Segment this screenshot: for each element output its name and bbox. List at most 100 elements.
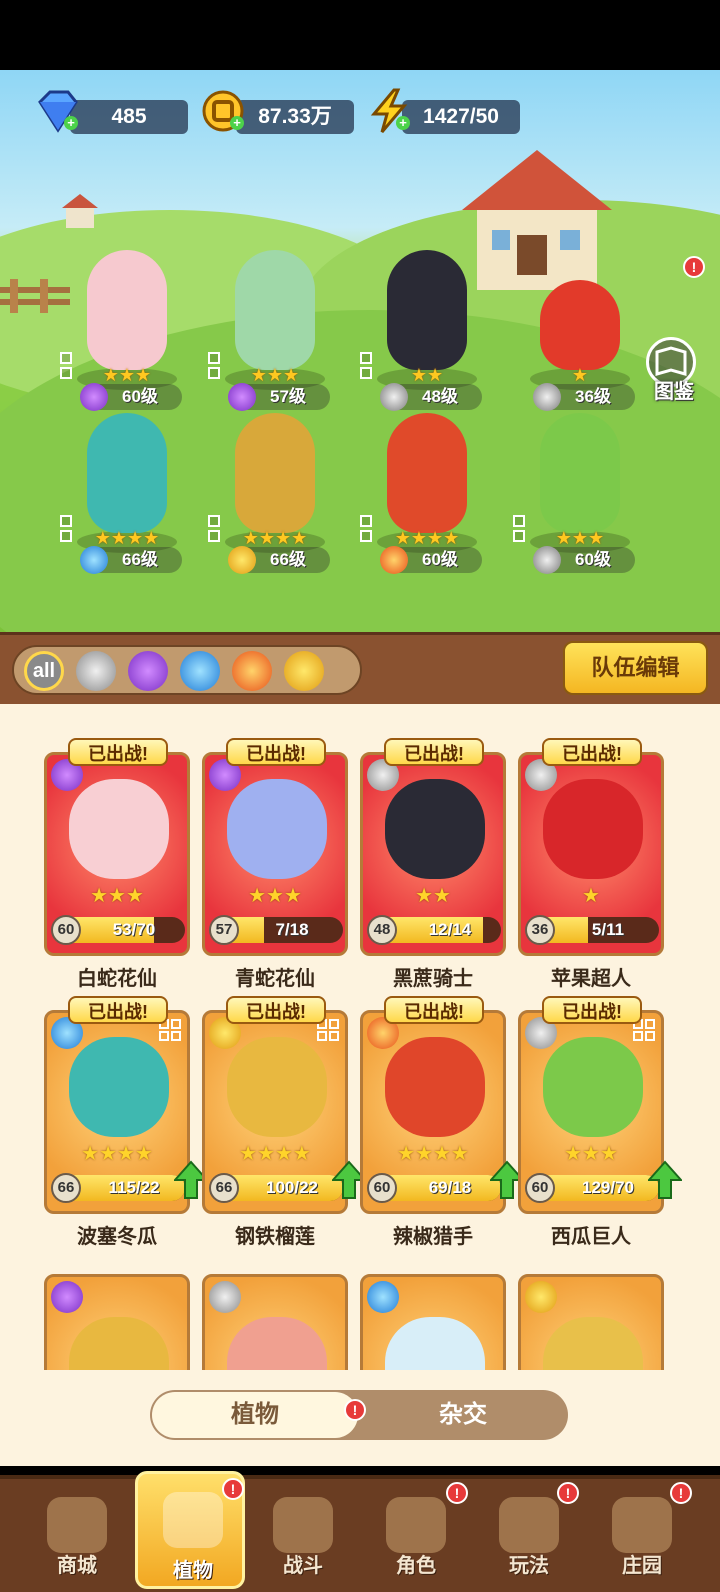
team-hero-4[interactable]: ★ 36级: [505, 240, 655, 411]
plant-card-10[interactable]: [202, 1274, 352, 1370]
hero-sprite: [87, 413, 167, 533]
energy-counter[interactable]: 1427/50: [402, 100, 520, 134]
progress-text: 100/22: [266, 1178, 318, 1197]
plant-name: 白蛇花仙: [77, 968, 157, 990]
deployed-tag: 已出战!: [68, 996, 168, 1024]
card-frame: [202, 1274, 348, 1370]
card-frame: [360, 1274, 506, 1370]
progress-text: 115/22: [108, 1178, 160, 1197]
fire-icon[interactable]: [232, 651, 272, 691]
lightning-icon[interactable]: [284, 651, 324, 691]
water-icon[interactable]: [180, 651, 220, 691]
plant-portrait: [227, 779, 327, 879]
plant-card-1[interactable]: ★★★ 53/70 60 已出战! 白蛇花仙: [44, 738, 194, 1012]
card-stars: ★★★: [90, 885, 144, 907]
team-hero-7[interactable]: ★★★★ 60级: [352, 403, 502, 574]
hero-sprite: [235, 413, 315, 533]
notification-badge: !: [670, 1482, 692, 1504]
deployed-tag: 已出战!: [384, 738, 484, 766]
hero-stars: ★★: [410, 365, 444, 385]
level-badge: 60: [367, 1173, 397, 1203]
gem-counter[interactable]: 485: [70, 100, 188, 134]
character-icon: [386, 1497, 446, 1553]
nav-label: 庄园: [622, 1555, 662, 1577]
card-frame: [518, 1274, 664, 1370]
plant-card-11[interactable]: [360, 1274, 510, 1370]
plant-card-5[interactable]: ★★★★ 115/22 66 已出战! 波塞冬瓜: [44, 996, 208, 1270]
plant-card-4[interactable]: ★ 5/11 36 已出战! 苹果超人: [518, 738, 668, 1012]
team-hero-2[interactable]: ★★★ 57级: [200, 240, 350, 411]
upgrade-arrow-icon[interactable]: [648, 1160, 682, 1200]
hero-stars: ★★★★: [94, 528, 160, 548]
team-hero-5[interactable]: ★★★★ 66级: [52, 403, 202, 574]
team-hero-1[interactable]: ★★★ 60级: [52, 240, 202, 411]
notification-badge: !: [557, 1482, 579, 1504]
nav-shop[interactable]: 商城: [22, 1487, 132, 1587]
card-frame: ★★★ 53/70 60: [44, 752, 190, 956]
card-stars: ★★★: [564, 1143, 618, 1165]
water-icon: [367, 1281, 399, 1313]
poison-icon[interactable]: [128, 651, 168, 691]
plant-card-2[interactable]: ★★★ 7/18 57 已出战! 青蛇花仙: [202, 738, 352, 1012]
add-gold-button[interactable]: +: [230, 116, 244, 130]
plant-portrait: [543, 779, 643, 879]
add-energy-button[interactable]: +: [396, 116, 410, 130]
metal-icon: [533, 546, 561, 574]
progress-text: 69/18: [428, 1178, 472, 1197]
filter-panel: all 队伍编辑: [0, 632, 720, 704]
team-edit-button[interactable]: 队伍编辑: [563, 641, 708, 695]
plant-card-8[interactable]: ★★★ 129/70 60 已出战! 西瓜巨人: [518, 996, 682, 1270]
team-hero-8[interactable]: ★★★ 60级: [505, 403, 655, 574]
fire-icon: [380, 546, 408, 574]
nav-battle[interactable]: 战斗: [248, 1487, 358, 1587]
card-frame: ★★★★ 100/22 66: [202, 1010, 348, 1214]
plants-icon: [163, 1492, 223, 1548]
plant-card-12[interactable]: [518, 1274, 668, 1370]
shop-icon: [47, 1497, 107, 1553]
plant-card-7[interactable]: ★★★★ 69/18 60 已出战! 辣椒猎手: [360, 996, 524, 1270]
level-badge: 57: [209, 915, 239, 945]
deployed-tag: 已出战!: [226, 996, 326, 1024]
tab-hybrid[interactable]: 杂交: [358, 1390, 568, 1440]
filter-all-button[interactable]: all: [24, 651, 64, 691]
team-hero-3[interactable]: ★★ 48级: [352, 240, 502, 411]
plant-card-6[interactable]: ★★★★ 100/22 66 已出战! 钢铁榴莲: [202, 996, 366, 1270]
card-stars: ★: [582, 885, 600, 907]
level-badge: 60: [525, 1173, 555, 1203]
deployed-tag: 已出战!: [226, 738, 326, 766]
plant-name: 西瓜巨人: [551, 1226, 631, 1248]
gold-counter[interactable]: 87.33万: [236, 100, 354, 134]
hero-stars: ★★★: [102, 365, 152, 385]
nav-label: 植物: [173, 1560, 213, 1582]
notification-badge: !: [222, 1478, 244, 1500]
card-frame: [44, 1274, 190, 1370]
plant-card-9[interactable]: [44, 1274, 194, 1370]
deployed-tag: 已出战!: [384, 996, 484, 1024]
plant-name: 钢铁榴莲: [235, 1226, 315, 1248]
plant-portrait: [543, 1037, 643, 1137]
level-badge: 66: [209, 1173, 239, 1203]
plant-portrait: [69, 1037, 169, 1137]
card-frame: ★★★ 7/18 57: [202, 752, 348, 956]
card-stars: ★★★★: [239, 1143, 311, 1165]
card-frame: ★★ 12/14 48: [360, 752, 506, 956]
plant-name: 波塞冬瓜: [77, 1226, 157, 1248]
hero-stars: ★★★★: [242, 528, 308, 548]
add-gems-button[interactable]: +: [64, 116, 78, 130]
hero-sprite: [540, 413, 620, 533]
team-hero-6[interactable]: ★★★★ 66级: [200, 403, 350, 574]
card-frame: ★ 5/11 36: [518, 752, 664, 956]
small-house: [62, 194, 98, 228]
notification-badge: !: [446, 1482, 468, 1504]
hero-sprite: [387, 250, 467, 370]
progress-text: 12/14: [428, 920, 472, 939]
progress-text: 7/18: [275, 920, 309, 939]
nav-label: 玩法: [509, 1555, 549, 1577]
status-bar: [0, 0, 720, 70]
metal-icon[interactable]: [76, 651, 116, 691]
card-frame: ★★★★ 69/18 60: [360, 1010, 506, 1214]
plant-collection: ★★★ 53/70 60 已出战! 白蛇花仙 ★★★ 7/18 57 已出战! …: [0, 704, 720, 1466]
plant-card-3[interactable]: ★★ 12/14 48 已出战! 黑蔗骑士: [360, 738, 510, 1012]
level-badge: 48: [367, 915, 397, 945]
tab-plants[interactable]: 植物: [152, 1392, 358, 1438]
